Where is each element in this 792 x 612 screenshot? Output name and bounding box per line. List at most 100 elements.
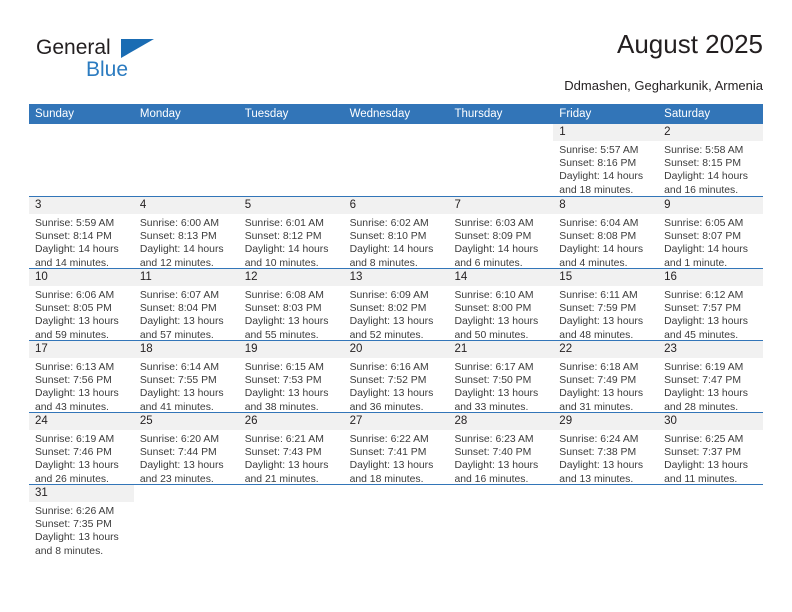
day-number: 4 <box>139 199 147 211</box>
calendar-day-cell[interactable]: 11 Sunrise: 6:07 AM Sunset: 8:04 PM Dayligh… <box>133 269 239 340</box>
calendar-day-cell[interactable]: 21 Sunrise: 6:17 AM Sunset: 7:50 PM Dayligh… <box>448 341 554 412</box>
calendar-day-cell[interactable]: 17 Sunrise: 6:13 AM Sunset: 7:56 PM Dayligh… <box>29 341 134 412</box>
daylight-text-line2: and 10 minutes. <box>244 257 319 268</box>
sunset-text: Sunset: 8:03 PM <box>244 303 322 315</box>
daylight-text-line1: Daylight: 14 hours <box>454 244 539 256</box>
daylight-text-line2: and 26 minutes. <box>35 473 109 484</box>
sunrise-text: Sunrise: 6:19 AM <box>35 434 115 445</box>
calendar-cell-empty <box>134 124 239 196</box>
sunset-text: Sunset: 8:08 PM <box>559 231 637 243</box>
calendar-day-cell[interactable]: 30 Sunrise: 6:25 AM Sunset: 7:37 PM Dayligh… <box>658 413 764 484</box>
sunset-text: Sunset: 7:37 PM <box>664 447 741 459</box>
daylight-text-line2: and 55 minutes. <box>244 329 319 340</box>
calendar-day-cell[interactable]: 27 Sunrise: 6:22 AM Sunset: 7:41 PM Dayligh… <box>343 413 449 484</box>
calendar-week-row: 1 Sunrise: 5:57 AM Sunset: 8:16 PM Daylight… <box>29 124 764 196</box>
sunset-text: Sunset: 8:00 PM <box>454 303 532 315</box>
sun-times-info: Sunrise: 6:05 AM Sunset: 8:07 PM Daylight:… <box>658 214 763 268</box>
calendar-day-cell[interactable]: 1 Sunrise: 5:57 AM Sunset: 8:16 PM Daylight… <box>553 124 659 196</box>
calendar-day-cell[interactable]: 19 Sunrise: 6:15 AM Sunset: 7:53 PM Dayligh… <box>238 341 344 412</box>
sun-times-info: Sunrise: 6:21 AM Sunset: 7:43 PM Daylight:… <box>239 430 344 484</box>
sunrise-text: Sunrise: 6:01 AM <box>244 218 324 229</box>
sunrise-text: Sunrise: 6:03 AM <box>454 218 534 229</box>
day-number: 25 <box>139 415 153 427</box>
calendar-day-cell[interactable]: 6 Sunrise: 6:02 AM Sunset: 8:10 PM Daylight… <box>343 197 449 268</box>
day-number-band: 24 <box>29 413 134 430</box>
general-blue-logo[interactable]: General Blue <box>36 36 236 88</box>
sunrise-text: Sunrise: 5:58 AM <box>664 145 744 156</box>
calendar-cell-empty <box>239 124 344 196</box>
day-number: 8 <box>559 199 566 211</box>
day-number-band: 11 <box>133 269 239 286</box>
calendar-day-cell[interactable]: 4 Sunrise: 6:00 AM Sunset: 8:13 PM Daylight… <box>133 197 239 268</box>
daylight-text-line2: and 4 minutes. <box>559 257 628 268</box>
calendar-day-cell[interactable]: 20 Sunrise: 6:16 AM Sunset: 7:52 PM Dayligh… <box>343 341 449 412</box>
calendar-day-cell[interactable]: 24 Sunrise: 6:19 AM Sunset: 7:46 PM Dayligh… <box>29 413 134 484</box>
calendar-day-cell[interactable]: 9 Sunrise: 6:05 AM Sunset: 8:07 PM Daylight… <box>658 197 764 268</box>
calendar-day-cell[interactable]: 12 Sunrise: 6:08 AM Sunset: 8:03 PM Dayligh… <box>238 269 344 340</box>
calendar-day-cell[interactable]: 2 Sunrise: 5:58 AM Sunset: 8:15 PM Daylight… <box>658 124 764 196</box>
daylight-text-line1: Daylight: 13 hours <box>244 460 329 472</box>
daylight-text-line2: and 11 minutes. <box>664 473 738 484</box>
day-number-band: 8 <box>553 197 659 214</box>
sunset-text: Sunset: 7:35 PM <box>35 519 112 531</box>
logo-word-blue: Blue <box>86 58 129 81</box>
day-number-band <box>658 485 763 502</box>
calendar-day-cell[interactable]: 28 Sunrise: 6:23 AM Sunset: 7:40 PM Dayligh… <box>448 413 554 484</box>
sunrise-text: Sunrise: 6:07 AM <box>139 290 219 301</box>
sunset-text: Sunset: 7:49 PM <box>559 375 637 387</box>
daylight-text-line1: Daylight: 14 hours <box>35 244 119 256</box>
calendar-day-cell[interactable]: 14 Sunrise: 6:10 AM Sunset: 8:00 PM Dayligh… <box>448 269 554 340</box>
day-number-band: 5 <box>238 197 344 214</box>
calendar-day-cell[interactable]: 15 Sunrise: 6:11 AM Sunset: 7:59 PM Dayligh… <box>553 269 659 340</box>
day-number-band: 20 <box>343 341 449 358</box>
day-number-band <box>448 485 553 502</box>
calendar-day-cell[interactable]: 3 Sunrise: 5:59 AM Sunset: 8:14 PM Daylight… <box>29 197 134 268</box>
daylight-text-line2: and 45 minutes. <box>664 329 739 340</box>
sunrise-text: Sunrise: 6:05 AM <box>664 218 744 229</box>
sunrise-text: Sunrise: 6:09 AM <box>349 290 429 301</box>
day-number: 29 <box>559 415 573 427</box>
sunset-text: Sunset: 7:55 PM <box>139 375 217 387</box>
calendar-day-cell[interactable]: 13 Sunrise: 6:09 AM Sunset: 8:02 PM Dayligh… <box>343 269 449 340</box>
day-number: 13 <box>349 271 363 283</box>
calendar-day-cell[interactable]: 29 Sunrise: 6:24 AM Sunset: 7:38 PM Dayligh… <box>553 413 659 484</box>
day-number-band <box>448 124 553 141</box>
calendar-day-cell[interactable]: 31 Sunrise: 6:26 AM Sunset: 7:35 PM Dayligh… <box>29 485 134 570</box>
calendar-day-cell[interactable]: 26 Sunrise: 6:21 AM Sunset: 7:43 PM Dayligh… <box>238 413 344 484</box>
calendar-day-cell[interactable]: 16 Sunrise: 6:12 AM Sunset: 7:57 PM Dayligh… <box>658 269 764 340</box>
day-number: 19 <box>244 343 258 355</box>
calendar-cell-empty <box>29 124 134 196</box>
day-number: 20 <box>349 343 363 355</box>
sunset-text: Sunset: 8:04 PM <box>139 303 217 315</box>
daylight-text-line1: Daylight: 13 hours <box>139 460 224 472</box>
sunset-text: Sunset: 7:40 PM <box>454 447 532 459</box>
calendar-day-cell[interactable]: 7 Sunrise: 6:03 AM Sunset: 8:09 PM Daylight… <box>448 197 554 268</box>
sunset-text: Sunset: 8:14 PM <box>35 231 112 243</box>
calendar-day-cell[interactable]: 25 Sunrise: 6:20 AM Sunset: 7:44 PM Dayligh… <box>133 413 239 484</box>
sun-times-info: Sunrise: 6:24 AM Sunset: 7:38 PM Daylight:… <box>553 430 658 484</box>
calendar-day-cell[interactable]: 22 Sunrise: 6:18 AM Sunset: 7:49 PM Dayligh… <box>553 341 659 412</box>
sunrise-text: Sunrise: 5:57 AM <box>559 145 639 156</box>
sun-times-info: Sunrise: 6:23 AM Sunset: 7:40 PM Daylight:… <box>448 430 553 484</box>
sun-times-info: Sunrise: 5:57 AM Sunset: 8:16 PM Daylight:… <box>553 141 658 196</box>
calendar-page: General Blue August 2025 Ddmashen, Gegha… <box>0 0 792 612</box>
calendar-day-cell[interactable]: 5 Sunrise: 6:01 AM Sunset: 8:12 PM Daylight… <box>238 197 344 268</box>
daylight-text-line2: and 23 minutes. <box>139 473 214 484</box>
calendar-day-cell[interactable]: 10 Sunrise: 6:06 AM Sunset: 8:05 PM Dayligh… <box>29 269 134 340</box>
calendar-day-cell[interactable]: 8 Sunrise: 6:04 AM Sunset: 8:08 PM Daylight… <box>553 197 659 268</box>
sun-times-info: Sunrise: 6:00 AM Sunset: 8:13 PM Daylight:… <box>134 214 239 268</box>
calendar-day-cell[interactable]: 18 Sunrise: 6:14 AM Sunset: 7:55 PM Dayligh… <box>133 341 239 412</box>
daylight-text-line2: and 28 minutes. <box>664 401 739 412</box>
day-number-band: 25 <box>133 413 239 430</box>
day-number: 31 <box>35 487 48 499</box>
calendar-cell-empty <box>134 485 239 570</box>
day-number: 7 <box>454 199 461 211</box>
day-number-band: 30 <box>658 413 764 430</box>
calendar-week-row: 31 Sunrise: 6:26 AM Sunset: 7:35 PM Dayligh… <box>29 484 763 570</box>
sunset-text: Sunset: 7:50 PM <box>454 375 532 387</box>
day-number-band <box>134 485 239 502</box>
weekday-header-row: Sunday Monday Tuesday Wednesday Thursday… <box>29 104 763 124</box>
daylight-text-line2: and 57 minutes. <box>139 329 214 340</box>
daylight-text-line2: and 59 minutes. <box>35 329 109 340</box>
calendar-day-cell[interactable]: 23 Sunrise: 6:19 AM Sunset: 7:47 PM Dayligh… <box>658 341 764 412</box>
